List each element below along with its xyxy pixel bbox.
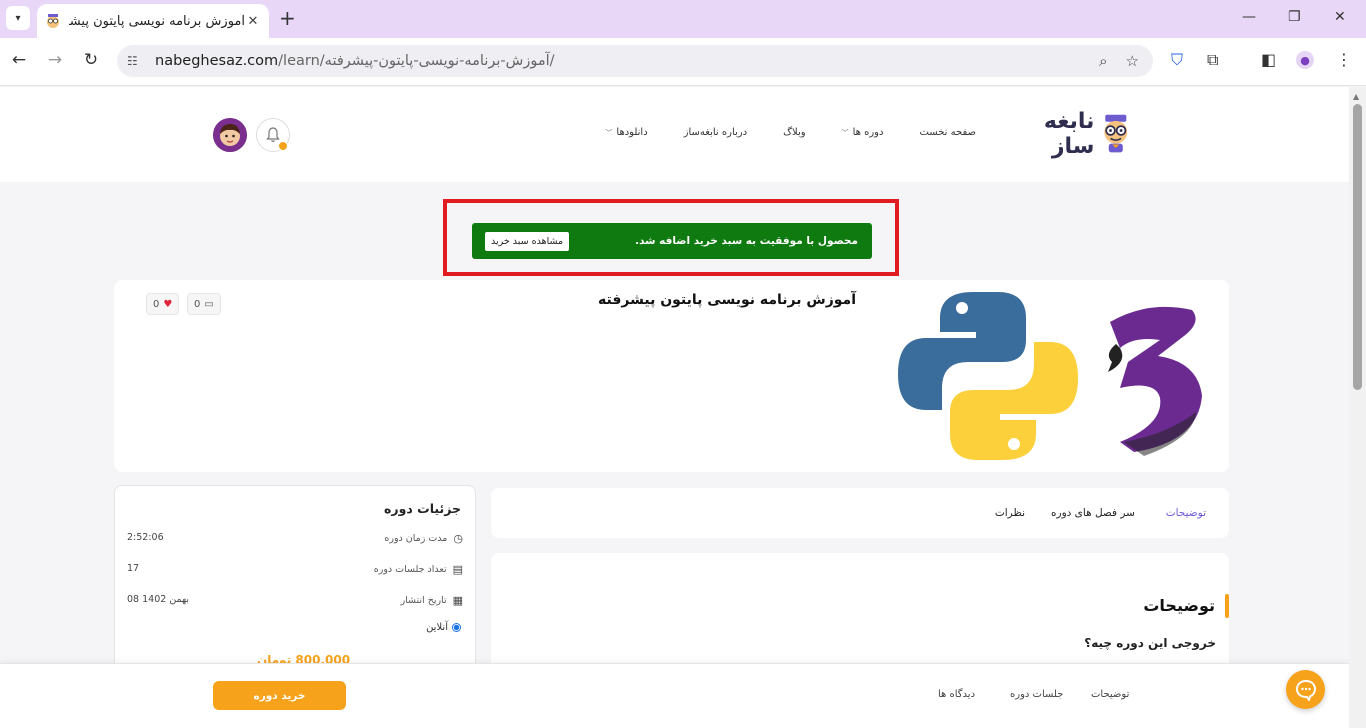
restore-icon[interactable]: ❐: [1288, 9, 1301, 25]
more-menu-icon[interactable]: ⋮: [1336, 50, 1352, 69]
bottom-link-sessions[interactable]: جلسات دوره: [1010, 689, 1063, 700]
clock-icon: ◷: [453, 532, 463, 545]
tab-search-button[interactable]: ▾: [6, 6, 30, 30]
success-alert: محصول با موفقیت به سبد خرید اضافه شد. مش…: [472, 223, 872, 259]
comment-icon: ▭: [204, 298, 214, 310]
url-text: nabeghesaz.com/learn/آموزش-برنامه-نویسی-…: [155, 53, 555, 69]
online-option[interactable]: آنلاین: [426, 622, 461, 633]
course-header-card: آموزش برنامه نویسی پایتون پیشرفته 0 ▭ 0 …: [114, 280, 1229, 472]
scrollbar-thumb[interactable]: [1353, 104, 1362, 390]
browser-tab[interactable]: آموزش برنامه نویسی پایتون پیشرفته ✕: [37, 4, 269, 38]
bookmark-star-icon[interactable]: ☆: [1126, 52, 1139, 70]
user-avatar[interactable]: [213, 118, 247, 152]
description-title: توضیحات: [1143, 596, 1215, 615]
browser-tab-bar: ▾ آموزش برنامه نویسی پایتون پیشرفته ✕ + …: [0, 0, 1366, 38]
site-info-icon[interactable]: ☷: [127, 54, 147, 68]
sticky-bottom-bar: خرید دوره توضیحات جلسات دوره دیدگاه ها: [0, 663, 1349, 728]
profile-icon[interactable]: ●: [1296, 51, 1314, 69]
extensions-icon[interactable]: ⧉: [1207, 50, 1218, 70]
likes-counter[interactable]: 0 ♥: [146, 293, 180, 315]
avatar-image: [213, 118, 247, 152]
comments-counter[interactable]: 0 ▭: [187, 293, 221, 315]
page-scrollbar[interactable]: ▲: [1349, 87, 1366, 728]
main-menu: صفحه نخست دوره ها﹀ وبلاگ درباره نابغه‌سا…: [569, 127, 976, 138]
bottom-link-description[interactable]: توضیحات: [1091, 689, 1129, 700]
browser-toolbar: ← → ↻ ☷ nabeghesaz.com/learn/آموزش-برنام…: [0, 38, 1366, 86]
tab-close-icon[interactable]: ✕: [245, 14, 261, 29]
tab-comments[interactable]: نظرات: [995, 507, 1025, 519]
content-tabs: توضیحات سر فصل های دوره نظرات: [491, 488, 1229, 538]
heart-icon: ♥: [163, 298, 173, 310]
alert-message: محصول با موفقیت به سبد خرید اضافه شد.: [635, 235, 858, 247]
page-viewport: نابغه ساز صفحه نخست دوره ها﹀ وبلاگ دربار…: [0, 87, 1349, 728]
scroll-up-icon[interactable]: ▲: [1353, 92, 1359, 101]
section-accent-bar: [1225, 594, 1229, 618]
chat-icon: [1295, 679, 1316, 701]
bottom-link-comments[interactable]: دیدگاه ها: [938, 689, 975, 700]
minimize-icon[interactable]: —: [1242, 9, 1256, 25]
menu-item-blog[interactable]: وبلاگ: [783, 127, 806, 138]
site-header: نابغه ساز صفحه نخست دوره ها﹀ وبلاگ دربار…: [0, 87, 1349, 182]
detail-row-duration: ◷ مدت زمان دوره 2:52:06: [127, 532, 463, 545]
tab-syllabus[interactable]: سر فصل های دوره: [1051, 507, 1135, 519]
reload-icon[interactable]: ↻: [79, 50, 103, 70]
notification-badge: [278, 141, 288, 151]
menu-item-downloads[interactable]: دانلودها﹀: [605, 127, 647, 138]
menu-item-about[interactable]: درباره نابغه‌ساز: [684, 127, 747, 138]
back-icon[interactable]: ←: [7, 50, 31, 70]
chat-button[interactable]: [1286, 670, 1325, 709]
detail-row-sessions: ▤ تعداد جلسات دوره 17: [127, 563, 463, 576]
shield-extension-icon[interactable]: ⛉: [1171, 50, 1183, 70]
site-favicon: [47, 14, 59, 28]
bell-icon: [266, 127, 280, 143]
chevron-down-icon: ﹀: [605, 129, 613, 137]
view-cart-button[interactable]: مشاهده سبد خرید: [485, 231, 570, 251]
buy-course-button[interactable]: خرید دوره: [213, 681, 346, 710]
course-title: آموزش برنامه نویسی پایتون پیشرفته: [598, 292, 856, 308]
chevron-down-icon: ﹀: [841, 129, 849, 137]
menu-item-home[interactable]: صفحه نخست: [919, 127, 976, 138]
book-icon: ▤: [452, 563, 463, 576]
logo-mascot-icon: [1104, 114, 1128, 153]
online-radio[interactable]: [452, 623, 461, 632]
logo-text: نابغه ساز: [1043, 109, 1095, 159]
side-panel-icon[interactable]: ◧: [1261, 50, 1276, 69]
course-cover-image: [898, 292, 1202, 460]
close-window-icon[interactable]: ✕: [1334, 9, 1346, 25]
detail-row-publish-date: ▦ تاریخ انتشار 08 بهمن 1402: [127, 594, 463, 607]
details-title: جزئیات دوره: [384, 501, 461, 516]
tab-title: آموزش برنامه نویسی پایتون پیشرفته: [69, 13, 245, 29]
calendar-icon: ▦: [452, 594, 463, 607]
new-tab-button[interactable]: +: [279, 8, 296, 28]
zoom-icon[interactable]: ⌕: [1099, 52, 1107, 70]
description-subtitle: خروجی این دوره چیه؟: [1084, 636, 1216, 650]
menu-item-courses[interactable]: دوره ها﹀: [842, 127, 884, 138]
address-bar[interactable]: ☷ nabeghesaz.com/learn/آموزش-برنامه-نویس…: [117, 45, 1153, 77]
forward-icon[interactable]: →: [43, 50, 67, 70]
tab-description[interactable]: توضیحات: [1166, 507, 1206, 519]
site-logo[interactable]: نابغه ساز: [1006, 109, 1132, 159]
